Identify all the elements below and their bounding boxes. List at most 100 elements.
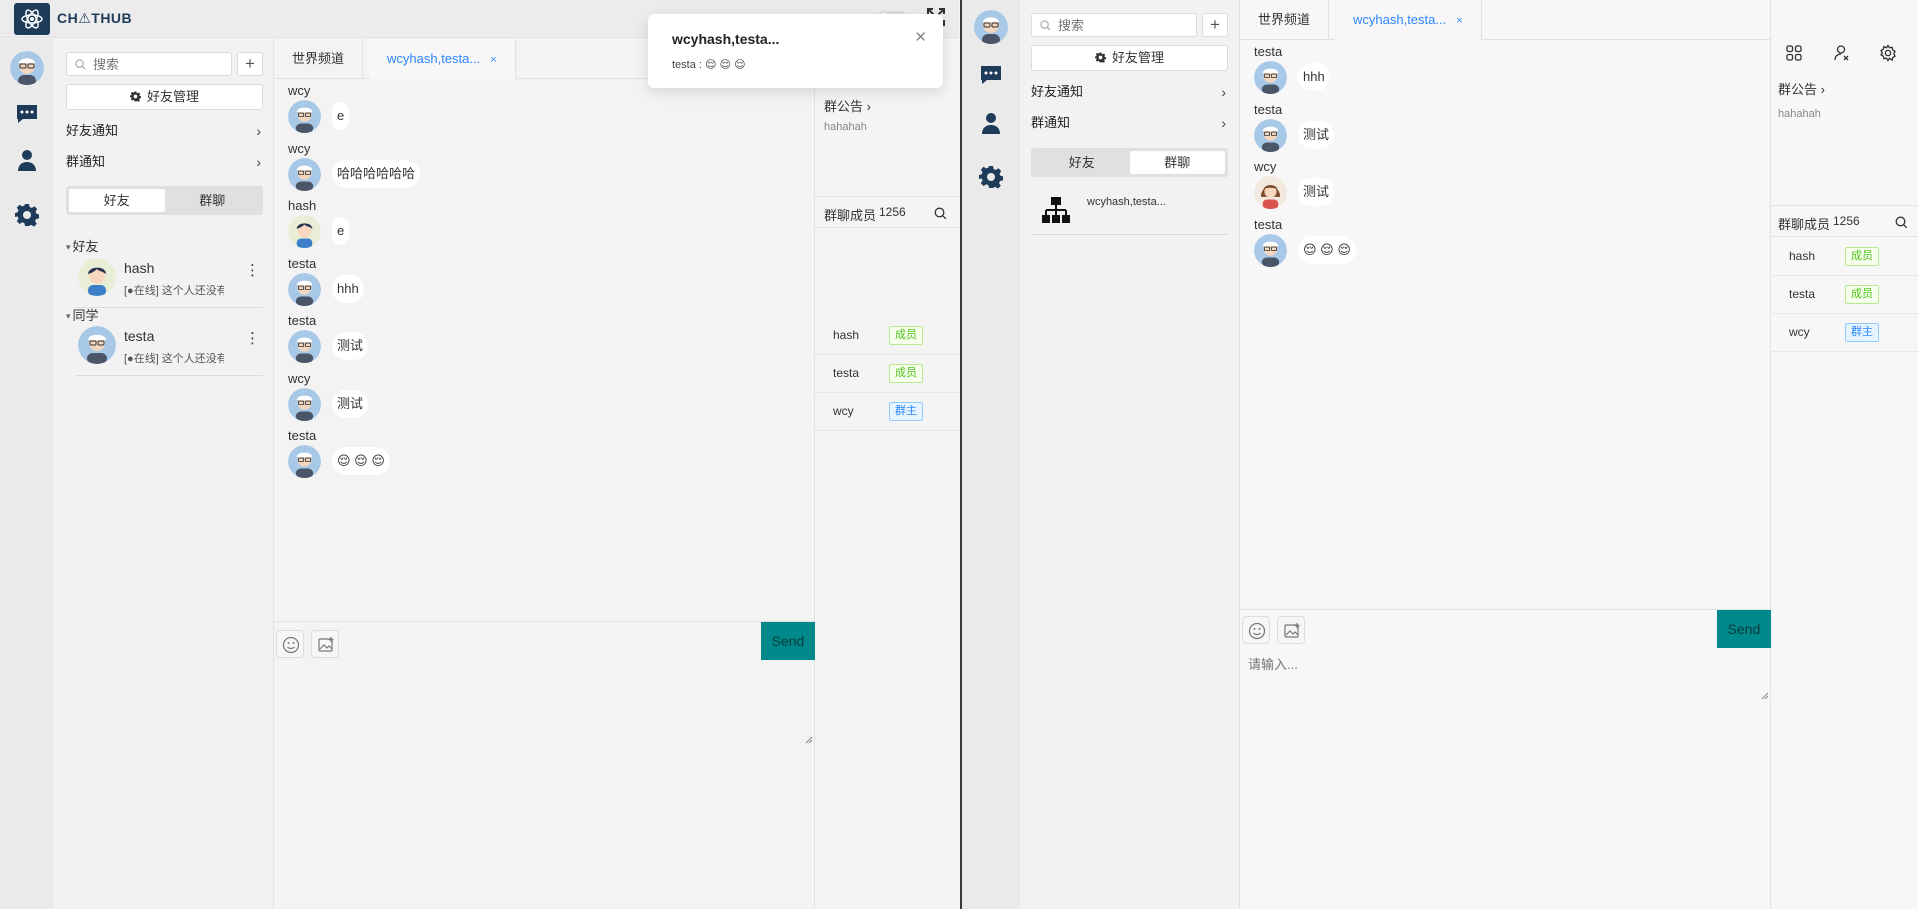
role-badge: 成员 xyxy=(1845,285,1879,304)
tab-friends[interactable]: 好友 xyxy=(1034,151,1130,174)
search-input[interactable] xyxy=(93,55,227,73)
message-row: hash e xyxy=(288,198,814,256)
group-chat-name: wcyhash,testa... xyxy=(1087,196,1166,208)
add-friend-button[interactable]: + xyxy=(1202,13,1228,37)
search-icon[interactable] xyxy=(1895,216,1908,229)
emoji-button[interactable] xyxy=(276,630,304,658)
member-name: testa xyxy=(833,366,860,380)
send-button[interactable]: Send xyxy=(1717,610,1771,648)
avatar xyxy=(288,215,321,248)
message-list: wcy e wcy 哈哈哈哈哈哈 hash e testa hhh testa 测试 wcy 测试 te… xyxy=(288,83,814,486)
friend-manage-button[interactable]: 好友管理 xyxy=(66,84,263,110)
avatar[interactable] xyxy=(974,10,1008,44)
members-title: 群聊成员 xyxy=(824,208,877,223)
message-sender: testa xyxy=(1254,216,1283,232)
tab-group-chat[interactable]: wcyhash,testa... × xyxy=(369,39,516,79)
message-input[interactable] xyxy=(1248,654,1758,704)
message-row: wcy 测试 xyxy=(288,371,814,429)
message-row: testa 测试 xyxy=(1254,102,1770,160)
apps-grid-icon[interactable] xyxy=(1785,44,1803,65)
member-row[interactable]: testa 成员 xyxy=(815,355,959,393)
search-icon xyxy=(1040,20,1051,31)
member-row[interactable]: wcy 群主 xyxy=(815,393,959,431)
contacts-icon[interactable] xyxy=(15,148,39,172)
image-button[interactable] xyxy=(311,630,339,658)
search-icon[interactable] xyxy=(934,207,947,220)
tab-world-channel[interactable]: 世界频道 xyxy=(1240,0,1330,40)
close-icon[interactable]: ✕ xyxy=(914,28,927,46)
message-bubble: hhh xyxy=(1298,63,1330,91)
friend-notice-label: 好友通知 xyxy=(66,123,119,138)
friend-manage-button[interactable]: 好友管理 xyxy=(1031,45,1228,71)
group-notice-label: 群通知 xyxy=(1031,115,1071,130)
message-row: testa hhh xyxy=(1254,44,1770,102)
member-row[interactable]: testa 成员 xyxy=(1771,276,1918,314)
role-badge: 成员 xyxy=(889,326,923,345)
member-row[interactable]: hash 成员 xyxy=(1771,238,1918,276)
members-header: 群聊成员 1256 xyxy=(1771,205,1918,237)
settings-gear-icon[interactable] xyxy=(15,203,39,227)
emoji-icon xyxy=(282,636,300,654)
tab-groups[interactable]: 群聊 xyxy=(165,189,261,212)
tab-groups[interactable]: 群聊 xyxy=(1129,151,1225,174)
announcement-title[interactable]: 群公告 › xyxy=(1778,79,1825,98)
more-vertical-icon[interactable]: ⋮ xyxy=(245,331,260,346)
more-vertical-icon[interactable]: ⋮ xyxy=(245,263,260,278)
message-row: testa 😌 😌 😌 xyxy=(288,428,814,486)
image-icon xyxy=(1284,623,1300,638)
member-row[interactable]: hash 成员 xyxy=(815,317,959,355)
message-input[interactable] xyxy=(282,670,802,742)
message-bubble: e xyxy=(332,102,350,130)
message-bubble: 测试 xyxy=(1298,178,1335,206)
friend-manage-label: 好友管理 xyxy=(1111,50,1164,65)
message-notification[interactable]: wcyhash,testa... testa : 😌 😌 😌 ✕ xyxy=(648,14,943,88)
message-sender: testa xyxy=(1254,44,1283,59)
search-icon xyxy=(75,59,86,70)
avatar xyxy=(1254,176,1287,209)
tab-world-channel[interactable]: 世界频道 xyxy=(274,39,364,79)
gear-icon xyxy=(129,91,141,102)
friend-item[interactable]: testa [●在线] 这个人还没有签名 ⋮ xyxy=(76,320,263,376)
settings-gear-icon[interactable] xyxy=(979,165,1003,189)
composer: Send xyxy=(1240,609,1771,909)
friend-notice-row[interactable]: 好友通知 › xyxy=(66,119,263,143)
info-toolbar xyxy=(1771,2,1918,62)
message-sender: testa xyxy=(1254,101,1283,117)
member-row[interactable]: wcy 群主 xyxy=(1771,314,1918,352)
chat-bubble-icon[interactable] xyxy=(979,63,1003,87)
friend-status: [●在线] 这个人还没有签名 xyxy=(124,353,224,365)
message-sender: wcy xyxy=(288,370,311,386)
add-friend-button[interactable]: + xyxy=(237,52,263,76)
group-chat-item[interactable]: wcyhash,testa... xyxy=(1031,183,1228,235)
group-org-icon xyxy=(1041,195,1071,228)
friend-item[interactable]: hash [●在线] 这个人还没有签名 ⋮ xyxy=(76,252,263,308)
friend-notice-row[interactable]: 好友通知 › xyxy=(1031,80,1228,104)
contacts-icon[interactable] xyxy=(979,111,1003,135)
group-notice-row[interactable]: 群通知 › xyxy=(66,150,263,174)
chat-bubble-icon[interactable] xyxy=(15,102,39,126)
announcement-body: hahahah xyxy=(824,121,867,133)
emoji-button[interactable] xyxy=(1242,616,1270,644)
tab-group-chat[interactable]: wcyhash,testa... × xyxy=(1335,0,1482,40)
friend-group-switch: 好友 群聊 xyxy=(1031,148,1228,177)
app-brand: CH⚠THUB xyxy=(57,10,133,26)
resize-grip-icon[interactable] xyxy=(1761,692,1769,700)
announcement-title[interactable]: 群公告 › xyxy=(824,96,871,115)
close-icon[interactable]: × xyxy=(1456,15,1462,27)
members-count: 1256 xyxy=(879,205,906,219)
group-notice-row[interactable]: 群通知 › xyxy=(1031,111,1228,135)
tab-friends[interactable]: 好友 xyxy=(69,189,165,212)
settings-gear-icon[interactable] xyxy=(1879,44,1897,65)
resize-grip-icon[interactable] xyxy=(805,736,813,744)
message-bubble: 测试 xyxy=(1298,120,1335,149)
contact-panel: + 好友管理 好友通知 › 群通知 › 好友 群聊 好友 hash [●在线] 这个… xyxy=(54,39,274,909)
members-count: 1256 xyxy=(1833,214,1860,228)
close-icon[interactable]: × xyxy=(490,54,496,66)
avatar[interactable] xyxy=(10,51,44,85)
message-bubble: 测试 xyxy=(332,389,369,418)
message-row: testa 😌 😌 😌 xyxy=(1254,217,1770,275)
member-manage-icon[interactable] xyxy=(1833,44,1851,65)
send-button[interactable]: Send xyxy=(761,622,815,660)
image-button[interactable] xyxy=(1277,616,1305,644)
search-input[interactable] xyxy=(1058,16,1192,34)
